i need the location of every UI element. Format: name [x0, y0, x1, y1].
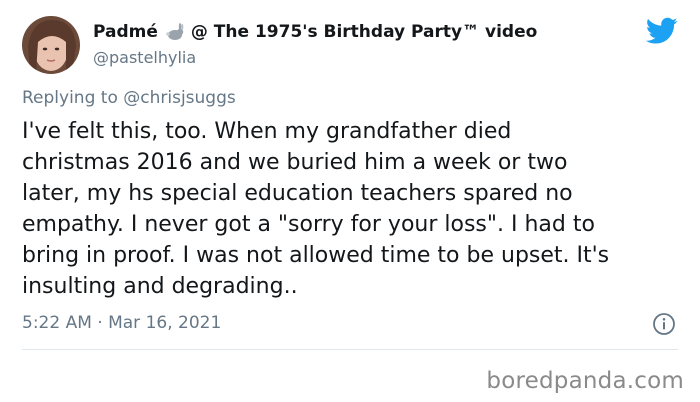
tweet-text-line: bring in proof. I was not allowed time t…: [22, 243, 610, 268]
tweet-text-line: empathy. I never got a "sorry for your l…: [22, 212, 595, 237]
tweet-text-line: I've felt this, too. When my grandfather…: [22, 119, 512, 144]
author-handle[interactable]: @pastelhylia: [93, 48, 196, 67]
tweet-text-line: christmas 2016 and we buried him a week …: [22, 150, 568, 175]
avatar-image: [22, 16, 80, 74]
tweet-text: I've felt this, too. When my grandfather…: [22, 116, 682, 302]
author-display-name: Padmé: [93, 22, 158, 42]
tweet-text-line: later, my hs special education teachers …: [22, 181, 573, 206]
avatar[interactable]: [22, 16, 80, 74]
replying-prefix: Replying to: [22, 88, 118, 108]
tweet-timestamp[interactable]: 5:22 AM · Mar 16, 2021: [22, 313, 221, 333]
reply-mention-link[interactable]: @chrisjsuggs: [123, 88, 235, 108]
boredpanda-watermark: boredpanda.com: [486, 368, 684, 394]
author-name-suffix: @ The 1975's Birthday Party™ video: [190, 22, 538, 42]
tweet-text-line: insulting and degrading..: [22, 274, 298, 299]
info-icon[interactable]: [652, 312, 676, 336]
twitter-bird-icon[interactable]: [645, 17, 678, 45]
author-name-row[interactable]: Padmé @ The 1975's Birthday Party™ video: [93, 22, 537, 42]
tweet-card: Padmé @ The 1975's Birthday Party™ video…: [0, 0, 700, 402]
divider: [22, 349, 678, 350]
replying-to: Replying to @chrisjsuggs: [22, 88, 236, 108]
rabbit-icon: [163, 23, 185, 41]
